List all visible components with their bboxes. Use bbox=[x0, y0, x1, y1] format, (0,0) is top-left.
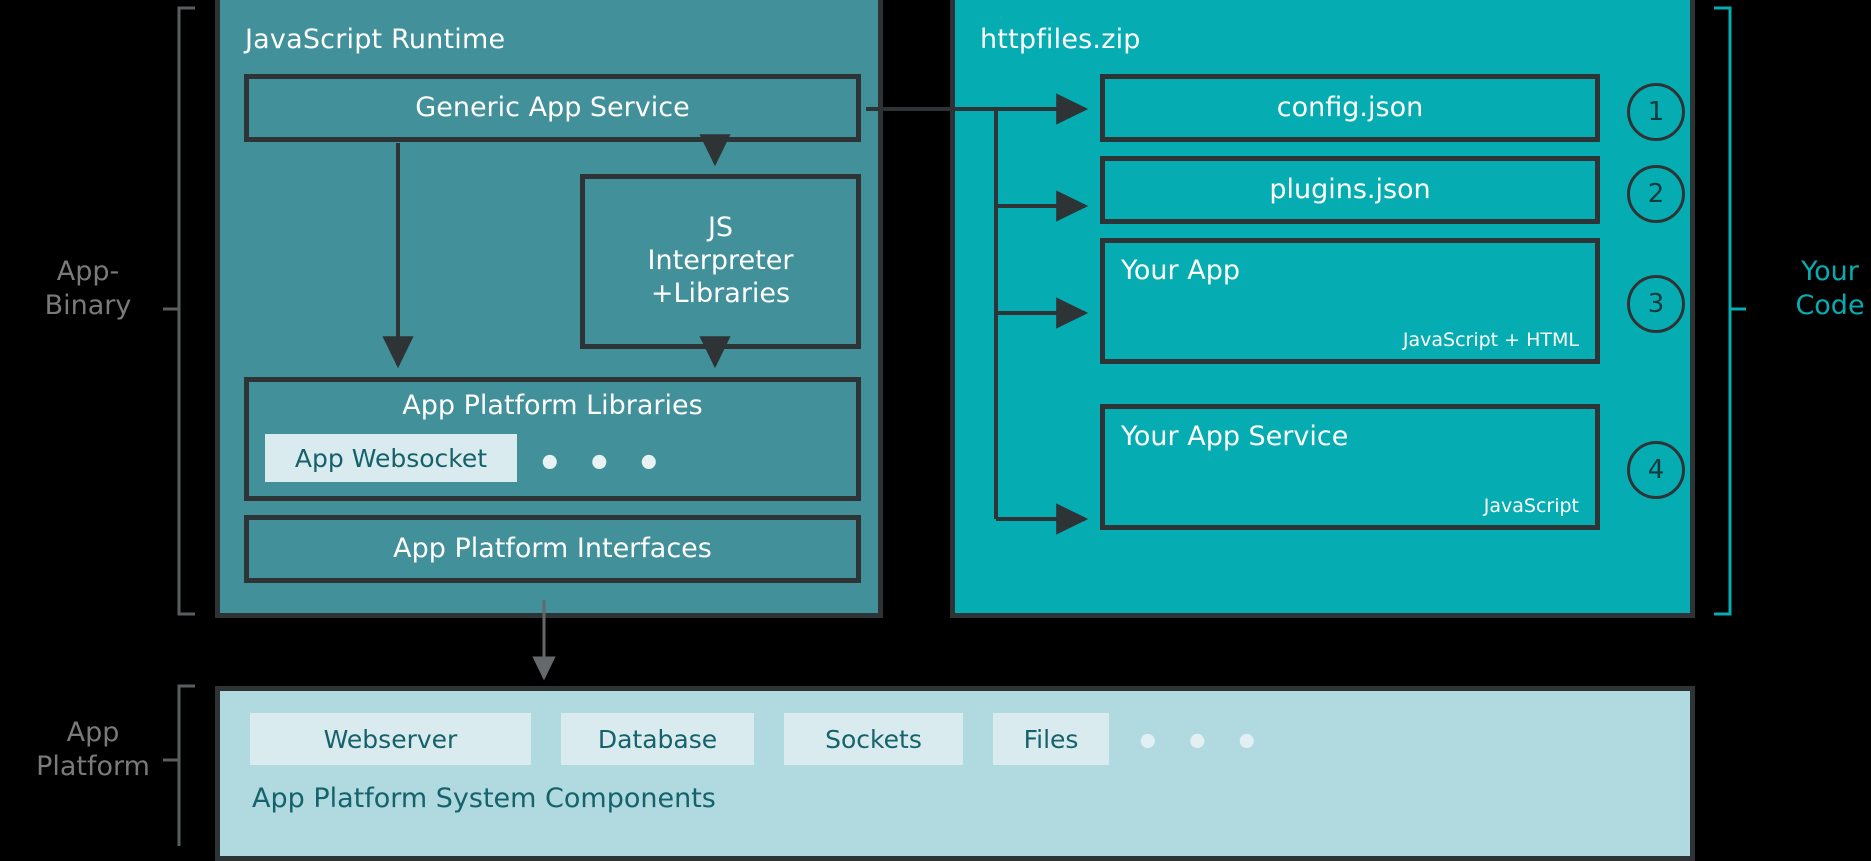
js-interpreter-label: JS Interpreter +Libraries bbox=[648, 212, 794, 311]
your-app-sublabel: JavaScript + HTML bbox=[1403, 329, 1579, 351]
your-app-service-label: Your App Service bbox=[1121, 421, 1348, 452]
bracket-label-your-code: Your Code bbox=[1770, 255, 1871, 323]
httpfiles-zip-panel: httpfiles.zip config.json 1 plugins.json… bbox=[950, 0, 1695, 618]
javascript-runtime-panel: JavaScript Runtime Generic App Service J… bbox=[215, 0, 883, 618]
app-platform-interfaces-box[interactable]: App Platform Interfaces bbox=[244, 515, 861, 583]
bracket-label-app-binary: App- Binary bbox=[8, 255, 168, 323]
component-webserver[interactable]: Webserver bbox=[250, 713, 531, 765]
plugins-json-box[interactable]: plugins.json bbox=[1100, 156, 1600, 224]
component-sockets[interactable]: Sockets bbox=[784, 713, 963, 765]
platform-more-dots: • • • bbox=[1135, 723, 1265, 763]
component-sockets-label: Sockets bbox=[825, 725, 922, 754]
your-app-box[interactable]: Your App JavaScript + HTML bbox=[1100, 238, 1600, 364]
component-files-label: Files bbox=[1024, 725, 1079, 754]
app-platform-system-components-caption: App Platform System Components bbox=[252, 783, 716, 814]
callout-number-1: 1 bbox=[1627, 83, 1685, 141]
callout-number-1-text: 1 bbox=[1648, 97, 1665, 127]
app-platform-libraries-label: App Platform Libraries bbox=[402, 390, 702, 421]
javascript-runtime-title: JavaScript Runtime bbox=[245, 24, 505, 55]
libraries-more-dots: • • • bbox=[537, 444, 667, 484]
your-app-service-sublabel: JavaScript bbox=[1484, 495, 1579, 517]
callout-number-2-text: 2 bbox=[1648, 179, 1665, 209]
bracket-label-app-platform: App Platform bbox=[8, 716, 178, 784]
your-app-label: Your App bbox=[1121, 255, 1240, 286]
app-websocket-chip[interactable]: App Websocket bbox=[265, 434, 517, 482]
plugins-json-label: plugins.json bbox=[1269, 174, 1430, 207]
js-interpreter-box[interactable]: JS Interpreter +Libraries bbox=[580, 174, 861, 349]
app-platform-libraries-box[interactable]: App Platform Libraries App Websocket • •… bbox=[244, 377, 861, 501]
callout-number-2: 2 bbox=[1627, 165, 1685, 223]
callout-number-4: 4 bbox=[1627, 441, 1685, 499]
app-platform-interfaces-label: App Platform Interfaces bbox=[393, 533, 712, 566]
your-app-service-box[interactable]: Your App Service JavaScript bbox=[1100, 404, 1600, 530]
component-database[interactable]: Database bbox=[561, 713, 754, 765]
component-database-label: Database bbox=[598, 725, 717, 754]
component-files[interactable]: Files bbox=[993, 713, 1109, 765]
generic-app-service-label: Generic App Service bbox=[415, 92, 689, 125]
callout-number-4-text: 4 bbox=[1648, 455, 1665, 485]
config-json-label: config.json bbox=[1277, 92, 1423, 125]
httpfiles-zip-title: httpfiles.zip bbox=[980, 24, 1141, 55]
app-websocket-label: App Websocket bbox=[295, 444, 487, 473]
callout-number-3-text: 3 bbox=[1648, 289, 1665, 319]
bracket-your-code bbox=[1714, 8, 1746, 614]
diagram-canvas: App- Binary Your Code App Platform JavaS… bbox=[0, 0, 1871, 846]
generic-app-service-box[interactable]: Generic App Service bbox=[244, 74, 861, 142]
config-json-box[interactable]: config.json bbox=[1100, 74, 1600, 142]
callout-number-3: 3 bbox=[1627, 275, 1685, 333]
component-webserver-label: Webserver bbox=[324, 725, 458, 754]
app-platform-panel: Webserver Database Sockets Files • • • A… bbox=[215, 686, 1695, 861]
